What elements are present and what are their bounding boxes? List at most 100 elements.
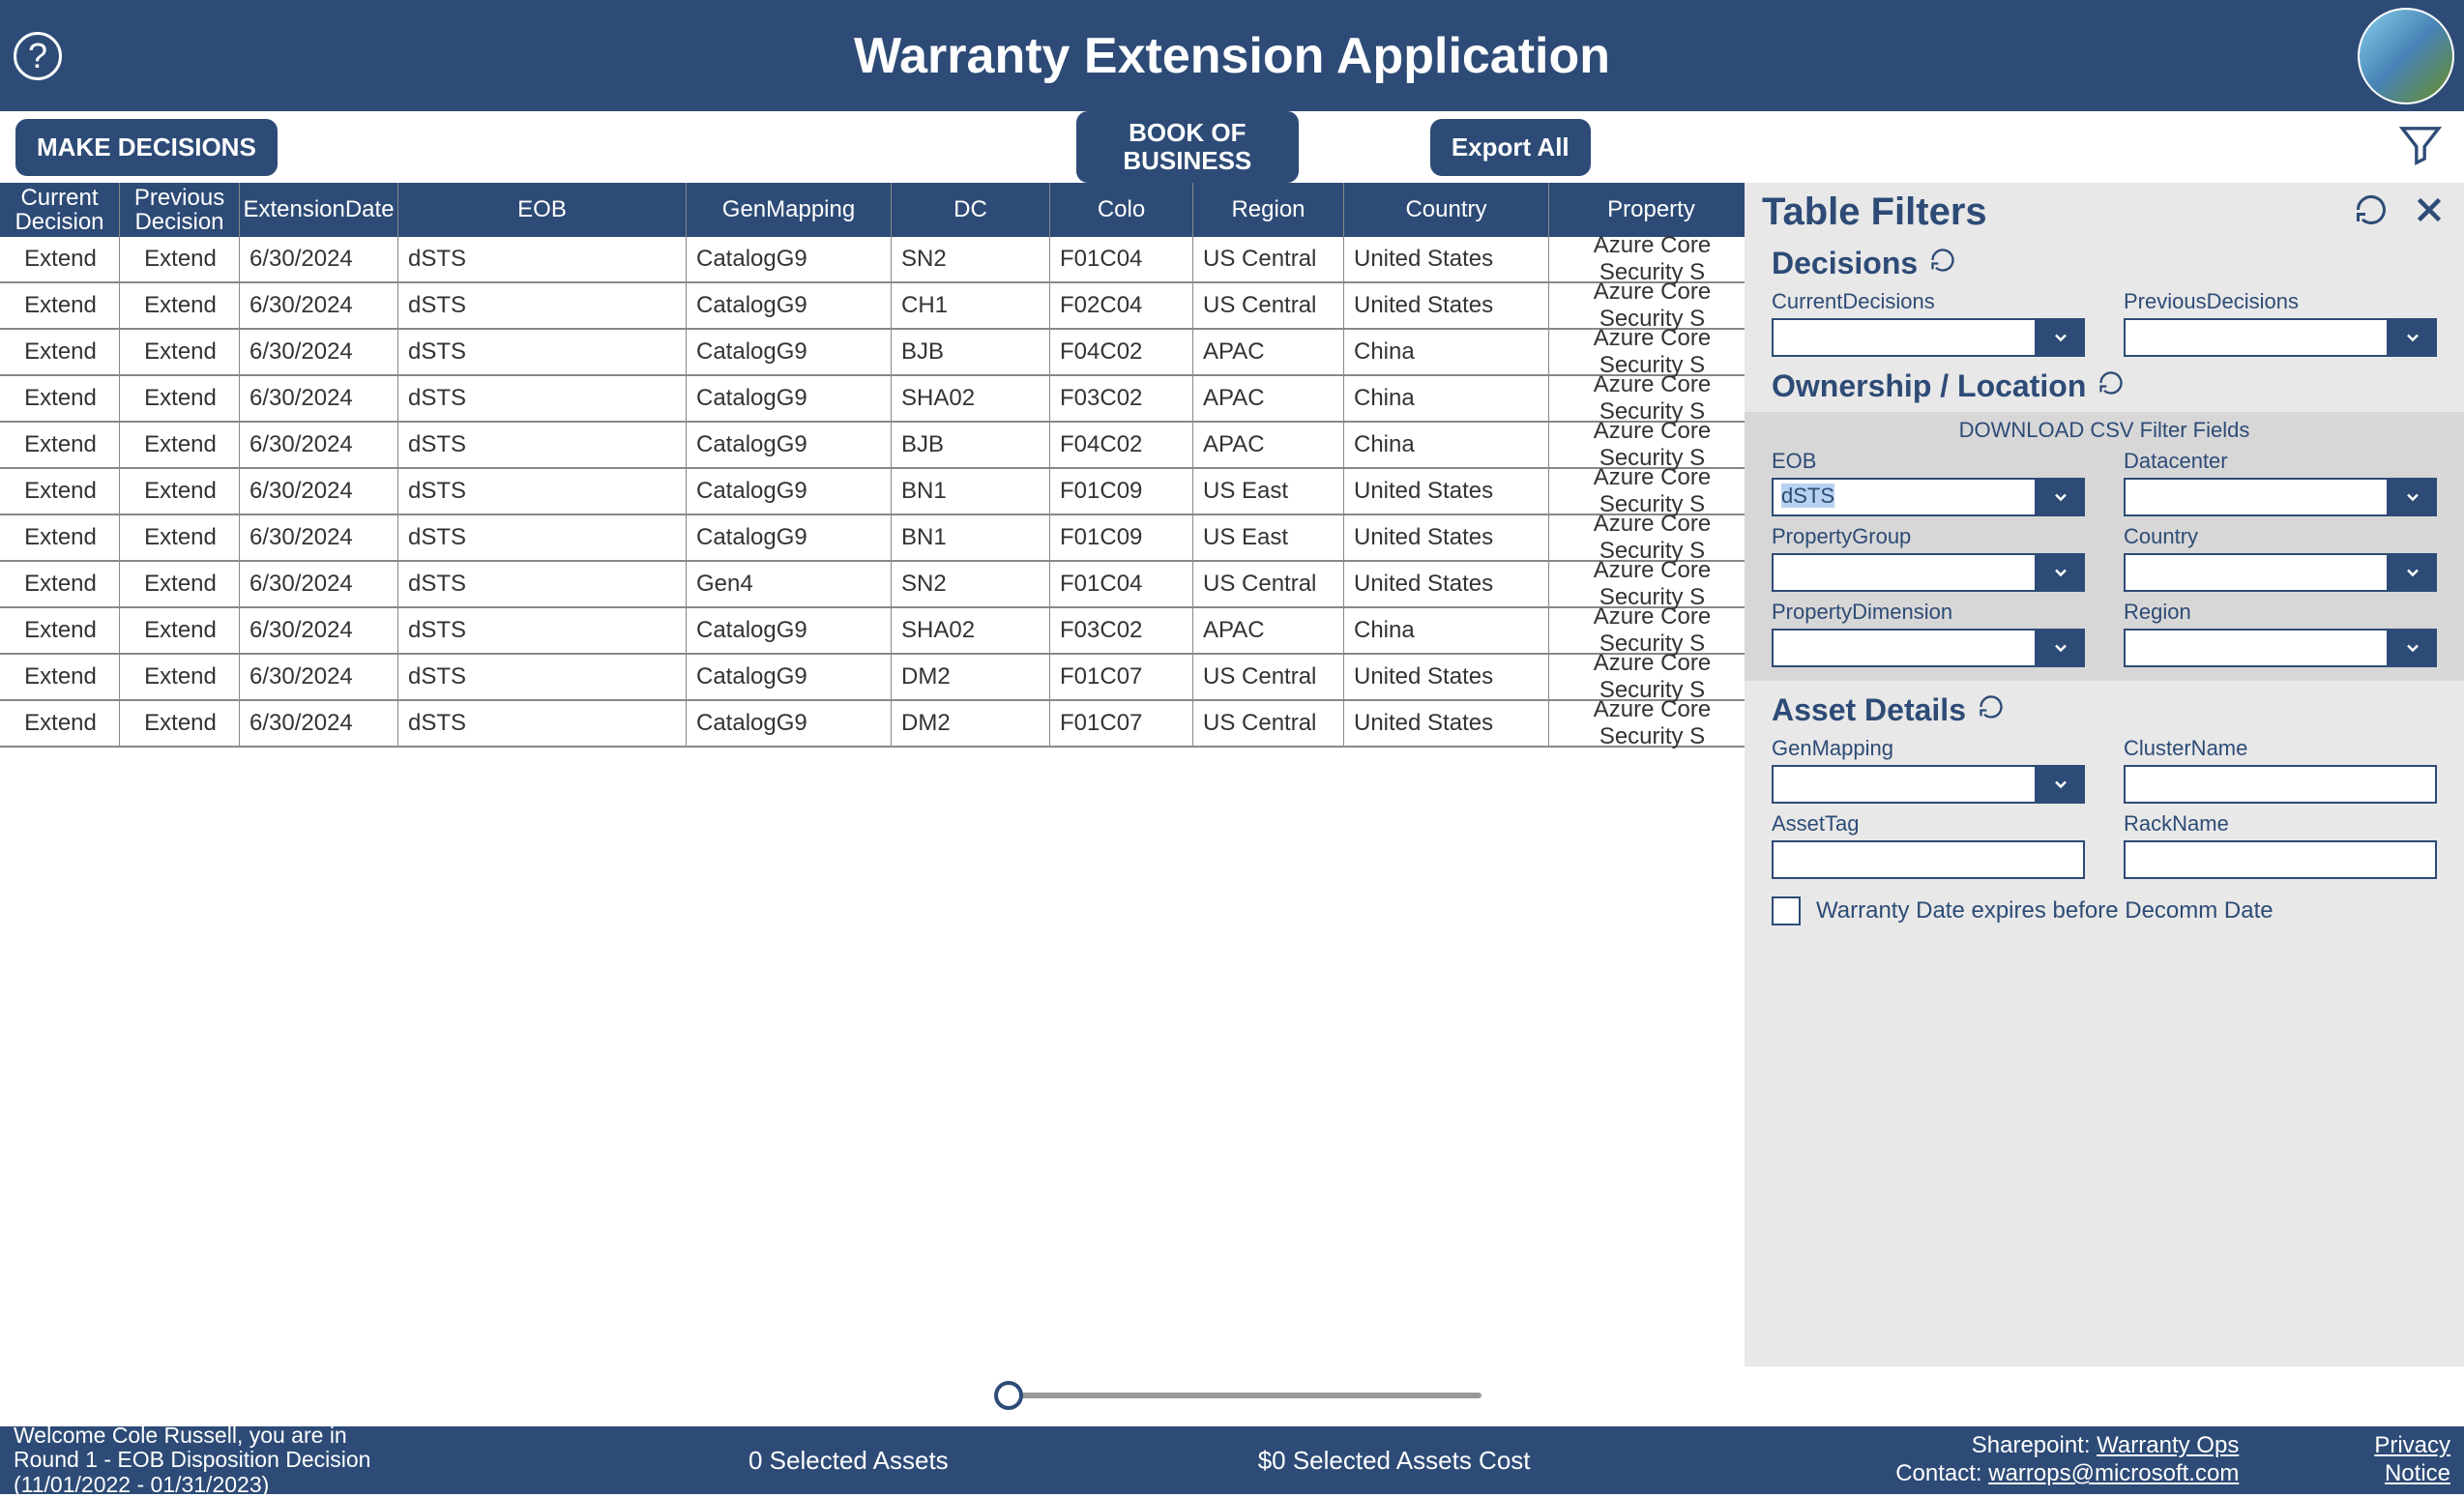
make-decisions-button[interactable]: MAKE DECISIONS (15, 119, 278, 176)
refresh-all-icon[interactable] (2354, 192, 2389, 232)
table-cell: BJB (892, 423, 1050, 467)
chevron-down-icon[interactable] (2389, 318, 2437, 357)
table-cell: APAC (1193, 330, 1344, 374)
table-cell: Extend (120, 237, 240, 281)
book-of-business-button[interactable]: BOOK OF BUSINESS (1076, 111, 1299, 182)
refresh-ownership-icon[interactable] (2097, 368, 2125, 404)
table-cell: China (1344, 423, 1549, 467)
region-filter-select[interactable] (2124, 629, 2437, 667)
warranty-expires-label: Warranty Date expires before Decomm Date (1816, 897, 2273, 925)
col-dc[interactable]: DC (892, 183, 1050, 237)
chevron-down-icon[interactable] (2037, 478, 2085, 516)
warranty-expires-checkbox[interactable] (1772, 896, 1801, 925)
chevron-down-icon[interactable] (2389, 629, 2437, 667)
contact-link[interactable]: warrops@microsoft.com (1988, 1460, 2239, 1486)
table-cell: Azure Core Security S (1549, 608, 1754, 653)
table-cell: dSTS (398, 283, 687, 328)
rackname-filter-input[interactable] (2124, 840, 2437, 879)
table-cell: Gen4 (687, 562, 892, 606)
table-cell: Extend (0, 283, 120, 328)
horizontal-scrollbar[interactable] (998, 1393, 1481, 1398)
col-region[interactable]: Region (1193, 183, 1344, 237)
table-cell: CatalogG9 (687, 515, 892, 560)
table-cell: 6/30/2024 (240, 283, 398, 328)
table-cell: 6/30/2024 (240, 562, 398, 606)
table-cell: F04C02 (1050, 423, 1193, 467)
table-cell: F01C07 (1050, 701, 1193, 746)
table-cell: DM2 (892, 655, 1050, 699)
privacy-link[interactable]: Privacy (2374, 1432, 2450, 1458)
table-cell: Azure Core Security S (1549, 562, 1754, 606)
sharepoint-link[interactable]: Warranty Ops (2097, 1432, 2239, 1458)
table-cell: CatalogG9 (687, 283, 892, 328)
table-cell: United States (1344, 562, 1549, 606)
chevron-down-icon[interactable] (2037, 553, 2085, 592)
col-previous-decision[interactable]: PreviousDecision (120, 183, 240, 237)
table-cell: 6/30/2024 (240, 469, 398, 514)
chevron-down-icon[interactable] (2037, 629, 2085, 667)
user-avatar[interactable] (2358, 8, 2454, 104)
country-filter-label: Country (2124, 524, 2437, 549)
table-cell: DM2 (892, 701, 1050, 746)
table-cell: Extend (0, 469, 120, 514)
genmapping-filter-select[interactable] (1772, 765, 2085, 804)
footer: Welcome Cole Russell, you are in Round 1… (0, 1426, 2464, 1494)
col-eob[interactable]: EOB (398, 183, 687, 237)
propertydimension-filter-select[interactable] (1772, 629, 2085, 667)
assettag-filter-input[interactable] (1772, 840, 2085, 879)
table-cell: US Central (1193, 655, 1344, 699)
eob-filter-select[interactable]: dSTS (1772, 478, 2085, 516)
chevron-down-icon[interactable] (2037, 765, 2085, 804)
table-cell: China (1344, 608, 1549, 653)
refresh-decisions-icon[interactable] (1929, 246, 1956, 281)
table-cell: Extend (0, 562, 120, 606)
table-cell: CatalogG9 (687, 237, 892, 281)
table-cell: Extend (0, 608, 120, 653)
table-cell: 6/30/2024 (240, 376, 398, 421)
table-cell: dSTS (398, 562, 687, 606)
datacenter-filter-label: Datacenter (2124, 449, 2437, 474)
clustername-filter-label: ClusterName (2124, 736, 2437, 761)
propertygroup-filter-label: PropertyGroup (1772, 524, 2085, 549)
close-panel-icon[interactable] (2412, 192, 2447, 232)
table-cell: 6/30/2024 (240, 515, 398, 560)
table-cell: US East (1193, 515, 1344, 560)
table-cell: dSTS (398, 423, 687, 467)
table-cell: Azure Core Security S (1549, 701, 1754, 746)
col-property[interactable]: Property (1549, 183, 1754, 237)
chevron-down-icon[interactable] (2389, 478, 2437, 516)
table-cell: BN1 (892, 469, 1050, 514)
notice-link[interactable]: Notice (2385, 1460, 2450, 1486)
col-extension-date[interactable]: ExtensionDate (240, 183, 398, 237)
col-current-decision[interactable]: CurrentDecision (0, 183, 120, 237)
table-cell: Extend (120, 515, 240, 560)
download-csv-link[interactable]: DOWNLOAD CSV Filter Fields (1745, 412, 2464, 449)
col-colo[interactable]: Colo (1050, 183, 1193, 237)
table-cell: US Central (1193, 701, 1344, 746)
table-cell: CatalogG9 (687, 655, 892, 699)
table-cell: United States (1344, 283, 1549, 328)
propertygroup-filter-select[interactable] (1772, 553, 2085, 592)
help-icon[interactable]: ? (14, 32, 62, 80)
chevron-down-icon[interactable] (2037, 318, 2085, 357)
table-cell: Extend (120, 608, 240, 653)
datacenter-filter-select[interactable] (2124, 478, 2437, 516)
table-cell: 6/30/2024 (240, 423, 398, 467)
clustername-filter-input[interactable] (2124, 765, 2437, 804)
propertydimension-filter-label: PropertyDimension (1772, 600, 2085, 625)
refresh-asset-details-icon[interactable] (1978, 692, 2005, 728)
chevron-down-icon[interactable] (2389, 553, 2437, 592)
table-cell: CatalogG9 (687, 608, 892, 653)
scrollbar-thumb[interactable] (994, 1381, 1023, 1410)
table-cell: Extend (120, 376, 240, 421)
table-cell: 6/30/2024 (240, 237, 398, 281)
col-genmapping[interactable]: GenMapping (687, 183, 892, 237)
current-decisions-select[interactable] (1772, 318, 2085, 357)
export-all-button[interactable]: Export All (1430, 119, 1591, 176)
col-country[interactable]: Country (1344, 183, 1549, 237)
table-cell: China (1344, 376, 1549, 421)
previous-decisions-select[interactable] (2124, 318, 2437, 357)
filter-icon[interactable] (2396, 121, 2445, 174)
country-filter-select[interactable] (2124, 553, 2437, 592)
table-cell: Extend (0, 701, 120, 746)
